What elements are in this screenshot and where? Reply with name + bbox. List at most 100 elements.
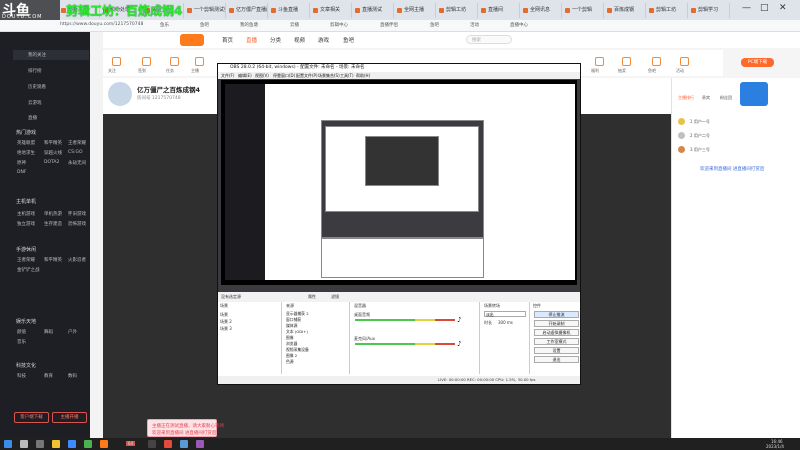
bookmark-item[interactable]: 直播伴侣	[380, 22, 398, 28]
obs-menu-item[interactable]: 配置文件(P)	[296, 73, 318, 79]
nav-link-active[interactable]: 直播	[246, 36, 257, 44]
start-recording-button[interactable]: 开始录制	[534, 320, 579, 327]
sidebar-grid-item[interactable]: 户外	[68, 329, 77, 335]
sidebar-grid-item[interactable]: 数码	[68, 373, 77, 379]
bookmark-item[interactable]: 剪辑中心	[330, 22, 348, 28]
studio-mode-button[interactable]: 工作室模式	[534, 338, 579, 345]
source-item[interactable]: 媒体源	[286, 323, 350, 328]
obs-menu-item[interactable]: 视图(V)	[255, 73, 269, 79]
browser-tab[interactable]: 直播测试	[352, 3, 394, 18]
settings-button[interactable]: 设置	[534, 347, 579, 354]
obs-menu-item[interactable]: 帮助(H)	[356, 73, 370, 79]
browser-tab[interactable]: 全网主播	[394, 3, 436, 18]
scene-item[interactable]: 场景 2	[220, 319, 232, 325]
app-icon[interactable]	[196, 440, 204, 448]
promo-banner[interactable]	[740, 82, 768, 106]
rank-item[interactable]: 1 用户一号	[690, 119, 710, 125]
chat-tab[interactable]: 粉丝团	[720, 95, 732, 101]
nav-link[interactable]: 游戏	[318, 36, 329, 44]
obs-preview[interactable]	[221, 80, 577, 285]
chat-tab[interactable]: 主播排行	[678, 95, 694, 101]
obs-menu-item[interactable]: 编辑(E)	[238, 73, 252, 79]
sidebar-grid-item[interactable]: 原神	[17, 160, 26, 166]
pc-download-button[interactable]: PC端下载	[741, 58, 774, 67]
notice-popup[interactable]: 主播正在测试直播，请大家耐心等待 欢迎来到直播间 进直播间打赏后	[147, 419, 224, 437]
sidebar-item[interactable]: 云游戏	[28, 100, 42, 106]
sidebar-grid-item[interactable]: 王者荣耀	[17, 257, 35, 263]
file-explorer-icon[interactable]	[52, 440, 60, 448]
sidebar-grid-item[interactable]: 主机游戏	[17, 211, 35, 217]
browser-tab[interactable]: 文章相关	[310, 3, 352, 18]
task-icon[interactable]	[170, 57, 179, 66]
task-view-icon[interactable]	[36, 440, 44, 448]
source-item[interactable]: 色源	[286, 359, 350, 364]
sidebar-item[interactable]: 排行榜	[28, 68, 42, 74]
sidebar-item[interactable]: 直播	[28, 115, 37, 121]
bookmark-item[interactable]: 云播	[290, 22, 299, 28]
nav-link[interactable]: 视频	[294, 36, 305, 44]
source-item[interactable]: 显示器捕获 2	[286, 311, 350, 316]
fish-bar-icon[interactable]	[652, 57, 661, 66]
client-download-button[interactable]: 客户端下载	[14, 412, 49, 423]
obs-menu-item[interactable]: 停靠窗口(D)	[273, 73, 295, 79]
filters-button[interactable]: 滤镜	[331, 294, 339, 300]
source-item[interactable]: 视频采集设备	[286, 347, 350, 352]
sidebar-grid-item[interactable]: 和平精英	[44, 140, 62, 146]
app-icon[interactable]	[180, 440, 188, 448]
scene-item[interactable]: 场景	[220, 312, 228, 318]
source-item[interactable]: 浏览器	[286, 341, 350, 346]
browser-tab[interactable]: 剪辑学习	[688, 3, 730, 18]
browser-tab[interactable]: 一个剪辑测试频道	[184, 3, 226, 18]
browser-tab[interactable]: 一个剪辑	[562, 3, 604, 18]
rank-item[interactable]: 3 用户三号	[690, 147, 710, 153]
gift-icon[interactable]	[595, 57, 604, 66]
browser-icon[interactable]	[68, 440, 76, 448]
search-icon[interactable]	[20, 440, 28, 448]
obs-menu-item[interactable]: 文件(F)	[221, 73, 234, 79]
browser-tab[interactable]: 剪辑工坊	[436, 3, 478, 18]
bookmark-item[interactable]: 我的鱼塘	[240, 22, 258, 28]
start-icon[interactable]	[4, 440, 12, 448]
source-item[interactable]: 图像	[286, 335, 350, 340]
bookmark-item[interactable]: 鱼乐	[160, 22, 169, 28]
obs-menu-item[interactable]: 工具(T)	[340, 73, 354, 79]
sidebar-grid-item[interactable]: 绝地求生	[17, 150, 35, 156]
obs-icon[interactable]	[148, 440, 156, 448]
transition-select[interactable]: 淡出	[484, 311, 526, 317]
sidebar-grid-item[interactable]: 音乐	[17, 339, 26, 345]
sidebar-grid-item[interactable]: CS:GO	[68, 150, 83, 155]
app-icon[interactable]	[84, 440, 92, 448]
sidebar-grid-item[interactable]: 金铲铲之战	[17, 267, 40, 273]
minimize-button[interactable]: —	[742, 3, 751, 13]
sign-in-icon[interactable]	[142, 57, 151, 66]
sidebar-grid-item[interactable]: 怀旧游戏	[68, 211, 86, 217]
sidebar-grid-item[interactable]: 王者荣耀	[68, 140, 86, 146]
bookmark-item[interactable]: 鱼吧	[430, 22, 439, 28]
properties-button[interactable]: 属性	[308, 294, 316, 300]
site-logo[interactable]	[180, 34, 204, 46]
streamer-avatar[interactable]	[108, 82, 132, 106]
nav-link[interactable]: 鱼吧	[343, 36, 354, 44]
sidebar-grid-item[interactable]: 颜值	[17, 329, 26, 335]
source-item[interactable]: 窗口捕获	[286, 317, 350, 322]
browser-tab[interactable]: 剪辑工坊	[646, 3, 688, 18]
chat-tab[interactable]: 贵宾	[702, 95, 710, 101]
sidebar-grid-item[interactable]: 舞蹈	[44, 329, 53, 335]
sidebar-grid-item[interactable]: 科技	[17, 373, 26, 379]
volume-icon[interactable]: ♪	[457, 340, 461, 348]
sidebar-grid-item[interactable]: DNF	[17, 170, 26, 175]
scene-item[interactable]: 场景 3	[220, 326, 232, 332]
sidebar-item[interactable]: 历史观看	[28, 84, 46, 90]
virtual-camera-button[interactable]: 启动虚拟摄像机	[534, 329, 579, 336]
sidebar-grid-item[interactable]: 独立游戏	[17, 221, 35, 227]
app-icon[interactable]	[100, 440, 108, 448]
duration-input[interactable]: 300 ms	[498, 320, 513, 325]
sidebar-grid-item[interactable]: 和平精英	[44, 257, 62, 263]
start-broadcast-button[interactable]: 主播开播	[52, 412, 87, 423]
lottery-icon[interactable]	[622, 57, 631, 66]
stop-streaming-button[interactable]: 停止推流	[534, 311, 579, 318]
nav-link[interactable]: 首页	[222, 36, 233, 44]
streamer-icon[interactable]	[195, 57, 204, 66]
rank-item[interactable]: 2 用户二号	[690, 133, 710, 139]
sidebar-grid-item[interactable]: 生存建造	[44, 221, 62, 227]
